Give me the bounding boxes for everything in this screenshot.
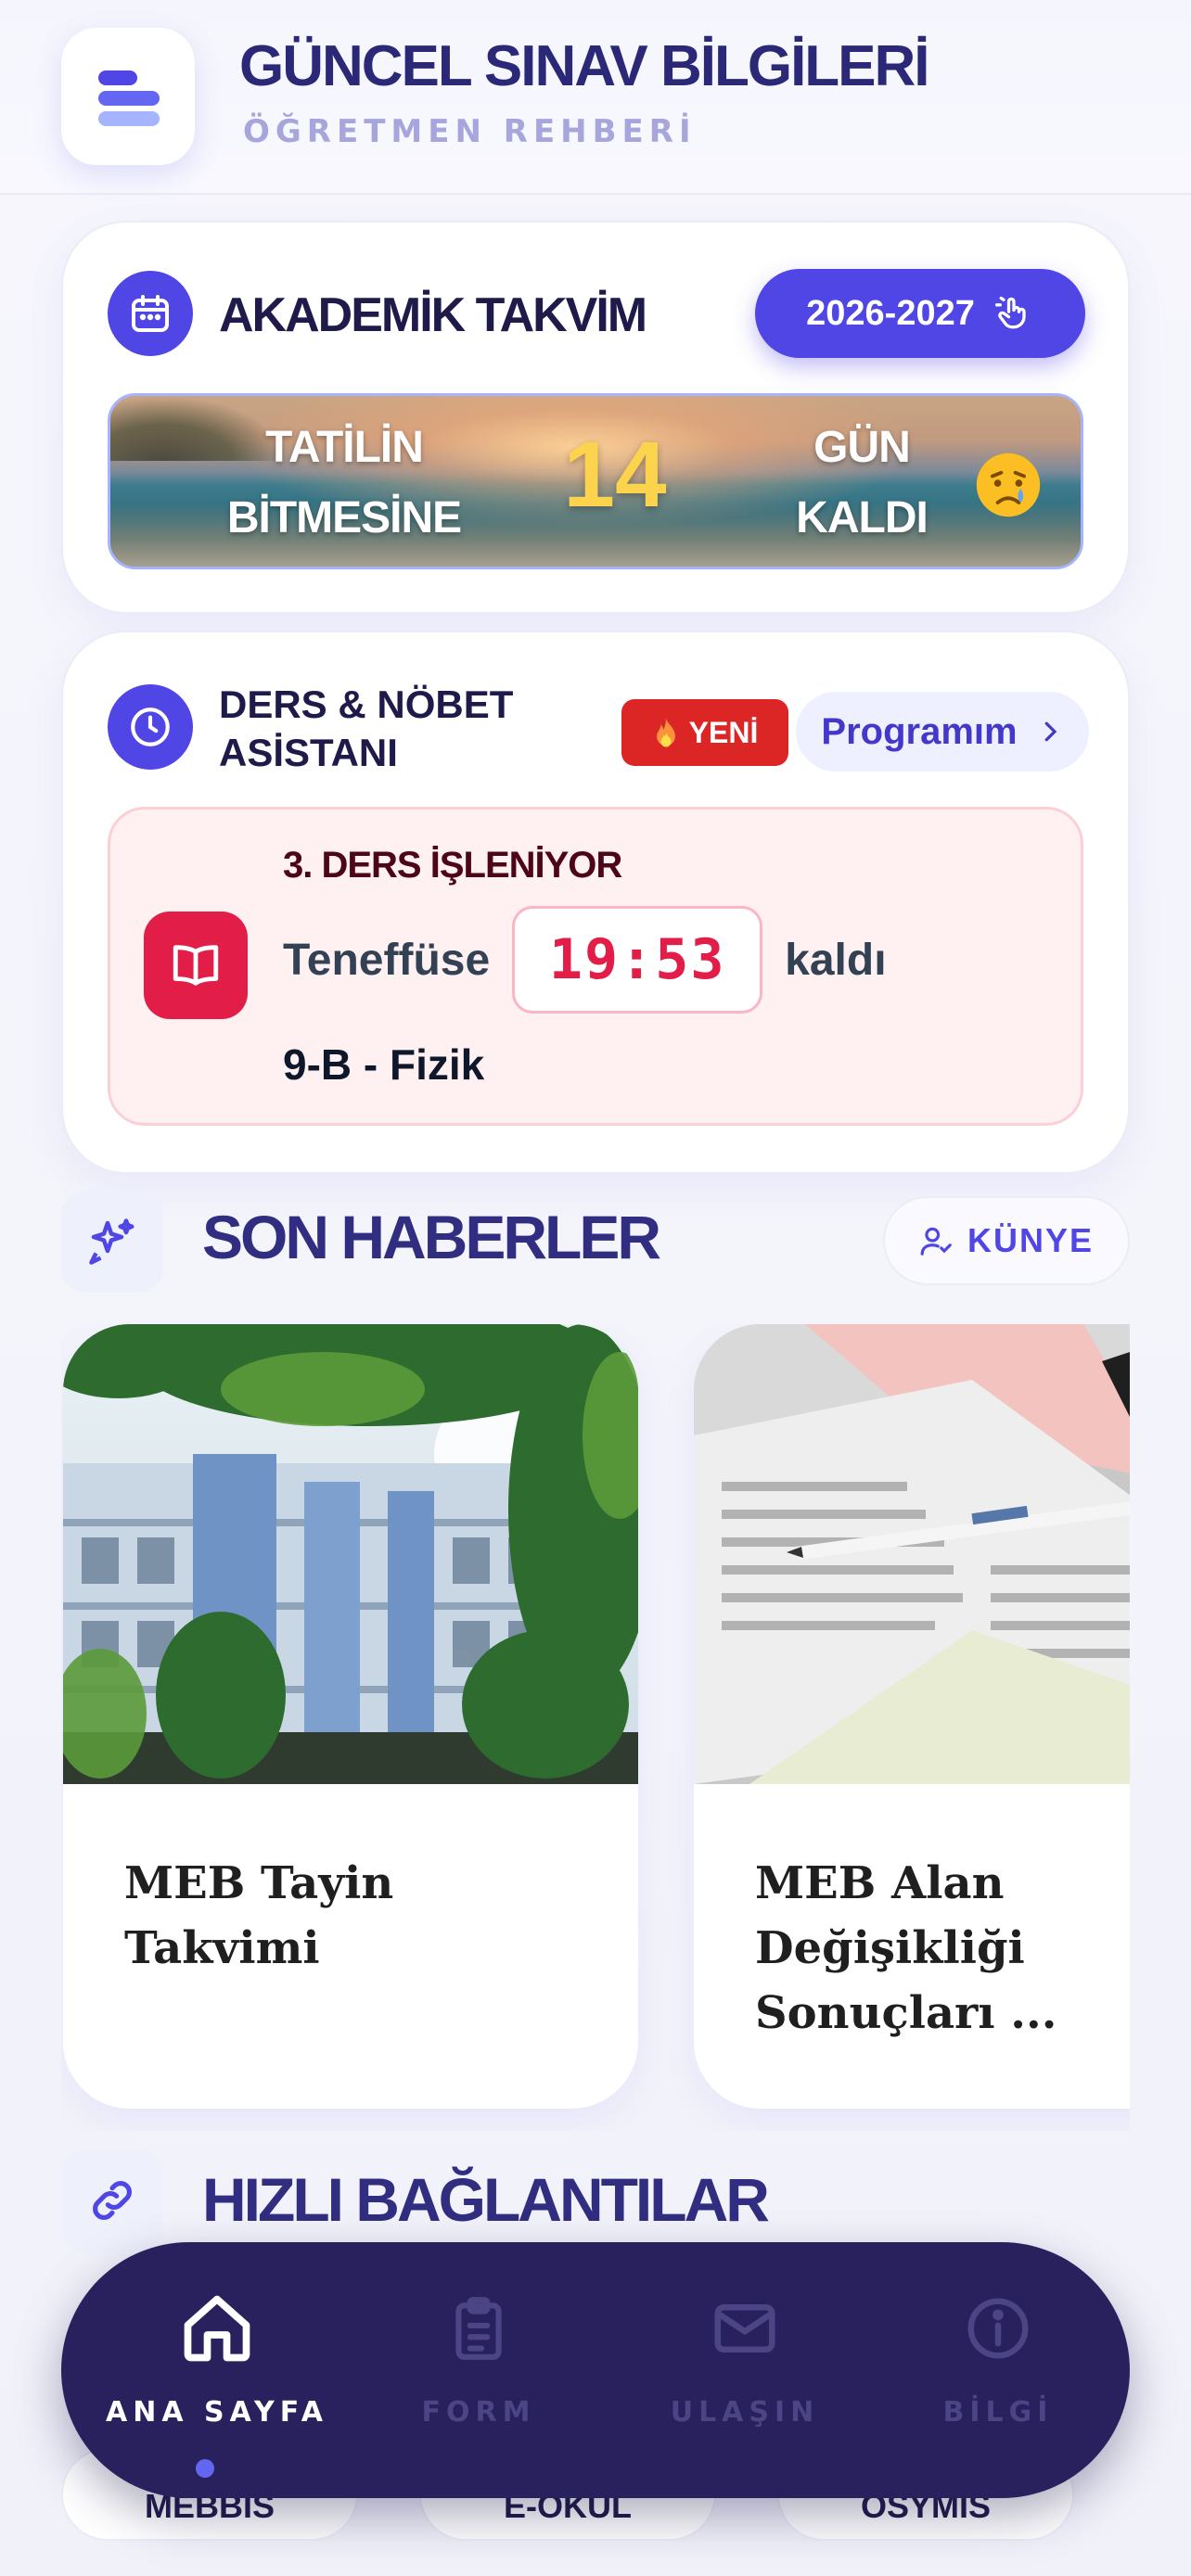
nav-label-contact: ULAŞIN (670, 2396, 820, 2429)
my-program-button[interactable]: Programım (796, 692, 1089, 772)
lesson-class-subject: 9-B - Fizik (283, 1040, 485, 1089)
nav-item-info[interactable]: BİLGİ (887, 2287, 1109, 2472)
news-title: MEB Tayin Takvimi (124, 1857, 394, 1974)
app-subtitle: ÖĞRETMEN REHBERİ (243, 113, 697, 150)
break-timer: 19:53 (512, 906, 763, 1014)
kunye-label: KÜNYE (967, 1221, 1095, 1259)
news-section-title: SON HABERLER (202, 1203, 661, 1271)
assistant-title: DERS & NÖBET ASİSTANI (219, 682, 514, 774)
new-badge: YENİ (621, 699, 788, 766)
home-icon (175, 2287, 259, 2370)
quick-links-title: HIZLI BAĞLANTILAR (202, 2165, 770, 2234)
sparkles-icon (61, 1191, 163, 1293)
nav-item-contact[interactable]: ULAŞIN (634, 2287, 856, 2472)
lesson-status: 3. DERS İŞLENİYOR (283, 845, 622, 886)
link-icon (61, 2149, 163, 2251)
break-countdown-row: Teneffüse 19:53 kaldı (283, 906, 887, 1014)
academic-calendar-card: AKADEMİK TAKVİM 2026-2027 TATİLİN BİTMES… (61, 221, 1130, 614)
new-badge-label: YENİ (688, 715, 759, 749)
school-building-photo (63, 1324, 638, 1784)
countdown-days-number: 14 (563, 423, 667, 527)
nav-item-form[interactable]: FORM (367, 2287, 590, 2472)
academic-year-button[interactable]: 2026-2027 (755, 269, 1085, 358)
active-indicator-dot (196, 2459, 214, 2478)
nav-label-home: ANA SAYFA (106, 2396, 328, 2429)
info-icon (956, 2287, 1040, 2370)
break-prefix: Teneffüse (283, 935, 491, 985)
user-check-icon (920, 1227, 952, 1256)
calendar-icon (108, 271, 193, 356)
academic-year-label: 2026-2027 (806, 293, 975, 333)
fire-icon (656, 718, 675, 747)
nav-label-form: FORM (421, 2396, 536, 2429)
open-book-icon (144, 912, 248, 1019)
clipboard-icon (437, 2287, 520, 2370)
chevron-right-icon (1044, 721, 1057, 742)
app-header: GÜNCEL SINAV BİLGİLERİ ÖĞRETMEN REHBERİ (0, 0, 1191, 195)
clock-icon (108, 684, 193, 770)
nav-label-info: BİLGİ (942, 2396, 1054, 2429)
news-carousel[interactable]: MEB Tayin Takvimi MEB Alan Değişikliği S… (61, 1324, 1130, 2131)
nav-item-home[interactable]: ANA SAYFA (106, 2287, 328, 2472)
bottom-navigation: ANA SAYFA FORM ULAŞIN BİLGİ (61, 2242, 1130, 2498)
news-title: MEB Alan Değişikliği Sonuçları ... (755, 1857, 1057, 2039)
countdown-right-text: GÜN KALDI (796, 423, 928, 542)
news-card[interactable]: MEB Tayin Takvimi (63, 1324, 638, 2109)
tap-hand-icon (994, 296, 1026, 329)
exam-answer-sheets-photo (694, 1324, 1130, 1784)
countdown-left-text: TATİLİN BİTMESİNE (226, 423, 462, 542)
calendar-title: AKADEMİK TAKVİM (219, 288, 647, 342)
crying-face-emoji (976, 453, 1041, 517)
kunye-button[interactable]: KÜNYE (883, 1196, 1130, 1285)
vacation-countdown-banner: TATİLİN BİTMESİNE 14 GÜN KALDI (108, 393, 1083, 569)
lesson-assistant-card: DERS & NÖBET ASİSTANI YENİ Programım 3. … (61, 631, 1130, 1174)
news-card[interactable]: MEB Alan Değişikliği Sonuçları ... (694, 1324, 1130, 2109)
current-lesson-panel: 3. DERS İŞLENİYOR Teneffüse 19:53 kaldı … (108, 807, 1083, 1126)
break-suffix: kaldı (785, 935, 887, 985)
my-program-label: Programım (821, 710, 1018, 752)
stacked-bars-logo-icon[interactable] (61, 28, 195, 165)
app-title: GÜNCEL SINAV BİLGİLERİ (239, 34, 930, 98)
mail-icon (703, 2287, 787, 2370)
